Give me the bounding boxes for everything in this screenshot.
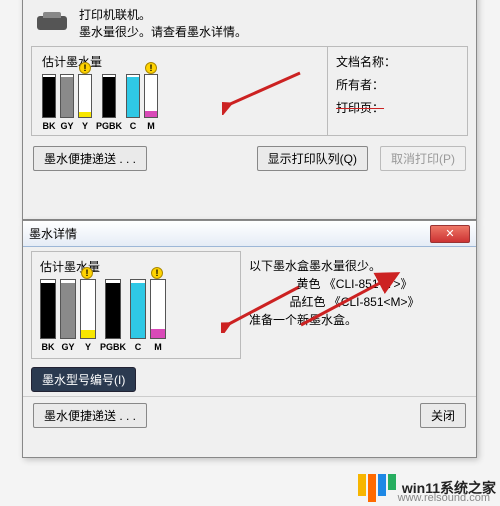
low-ink-magenta: 品红色 《CLI-851<M>》 xyxy=(249,293,460,311)
ink-tank-label: GY xyxy=(61,342,74,352)
ink-tank-label: BK xyxy=(42,342,55,352)
ink-tank-label: C xyxy=(130,121,137,131)
ink-tank-label: C xyxy=(135,342,142,352)
ink-tank-label: BK xyxy=(43,121,56,131)
ink-tank-label: PGBK xyxy=(96,121,122,131)
ink-tank-label: PGBK xyxy=(100,342,126,352)
status-line-1: 打印机联机。 xyxy=(79,6,247,23)
ink-tank-label: Y xyxy=(85,342,91,352)
close-icon[interactable]: ✕ xyxy=(430,225,470,243)
ink-portable-button[interactable]: 墨水便捷递送 . . . xyxy=(33,146,147,171)
printer-status-row: 打印机联机。 墨水量很少。请查看墨水详情。 xyxy=(23,0,476,42)
printer-status-window: 选项(O) 墨水信息(N) 帮助(H) 打印机联机。 墨水量很少。请查看墨水详情… xyxy=(22,0,477,220)
ink-tank-pgbk: PGBK xyxy=(96,74,122,131)
low-ink-msg: 以下墨水盒墨水量很少。 xyxy=(249,257,460,275)
ink-details-dialog: 墨水详情 ✕ 估计墨水量 BKGY!YPGBKC!M 以下墨水盒墨水量很少。 黄… xyxy=(22,220,477,458)
ink-tank-gy: GY xyxy=(60,279,76,352)
ink-tank-y: !Y xyxy=(78,74,92,131)
ink-level-title-2: 估计墨水量 xyxy=(40,258,232,275)
ink-tank-gy: GY xyxy=(60,74,74,131)
warning-icon: ! xyxy=(79,62,91,74)
dialog-title: 墨水详情 xyxy=(29,225,77,242)
prepare-msg: 准备一个新墨水盒。 xyxy=(249,311,460,329)
ink-tank-label: GY xyxy=(60,121,73,131)
cancel-print-button: 取消打印(P) xyxy=(380,146,466,171)
ink-tank-c: C xyxy=(130,279,146,352)
ink-tanks-detail: BK GY !Y PGBK C !M xyxy=(40,279,232,352)
owner-label: 所有者： xyxy=(336,76,459,93)
doc-name-label: 文档名称： xyxy=(336,53,459,70)
ink-model-button[interactable]: 墨水型号编号(I) xyxy=(31,367,136,392)
ink-tank-y: !Y xyxy=(80,279,96,352)
ink-tank-c: C xyxy=(126,74,140,131)
warning-icon: ! xyxy=(145,62,157,74)
watermark-url: www.relsound.com xyxy=(398,492,490,504)
ink-tanks: BK GY !Y PGBK C !M xyxy=(42,74,317,131)
ink-tank-bk: BK xyxy=(40,279,56,352)
ink-portable-button-2[interactable]: 墨水便捷递送 . . . xyxy=(33,403,147,428)
ink-tank-pgbk: PGBK xyxy=(100,279,126,352)
warning-icon: ! xyxy=(151,267,163,279)
dialog-titlebar: 墨水详情 ✕ xyxy=(23,221,476,247)
status-line-2: 墨水量很少。请查看墨水详情。 xyxy=(79,23,247,40)
printer-icon xyxy=(33,10,71,36)
pages-label: 打印页： xyxy=(336,99,459,116)
close-button[interactable]: 关闭 xyxy=(420,403,466,428)
ink-tank-label: M xyxy=(147,121,155,131)
inner-panel: 估计墨水量 BKGY!YPGBKC!M 文档名称： 所有者： 打印页： xyxy=(31,46,468,136)
ink-tank-m: !M xyxy=(150,279,166,352)
ink-tank-m: !M xyxy=(144,74,158,131)
ink-tank-label: Y xyxy=(82,121,88,131)
show-queue-button[interactable]: 显示打印队列(Q) xyxy=(257,146,368,171)
ink-tank-bk: BK xyxy=(42,74,56,131)
low-ink-yellow: 黄色 《CLI-851<Y>》 xyxy=(249,275,460,293)
ink-tank-label: M xyxy=(154,342,162,352)
warning-icon: ! xyxy=(81,267,93,279)
watermark: win11系统之家 www.relsound.com xyxy=(358,474,496,502)
watermark-logo-icon xyxy=(358,474,396,502)
